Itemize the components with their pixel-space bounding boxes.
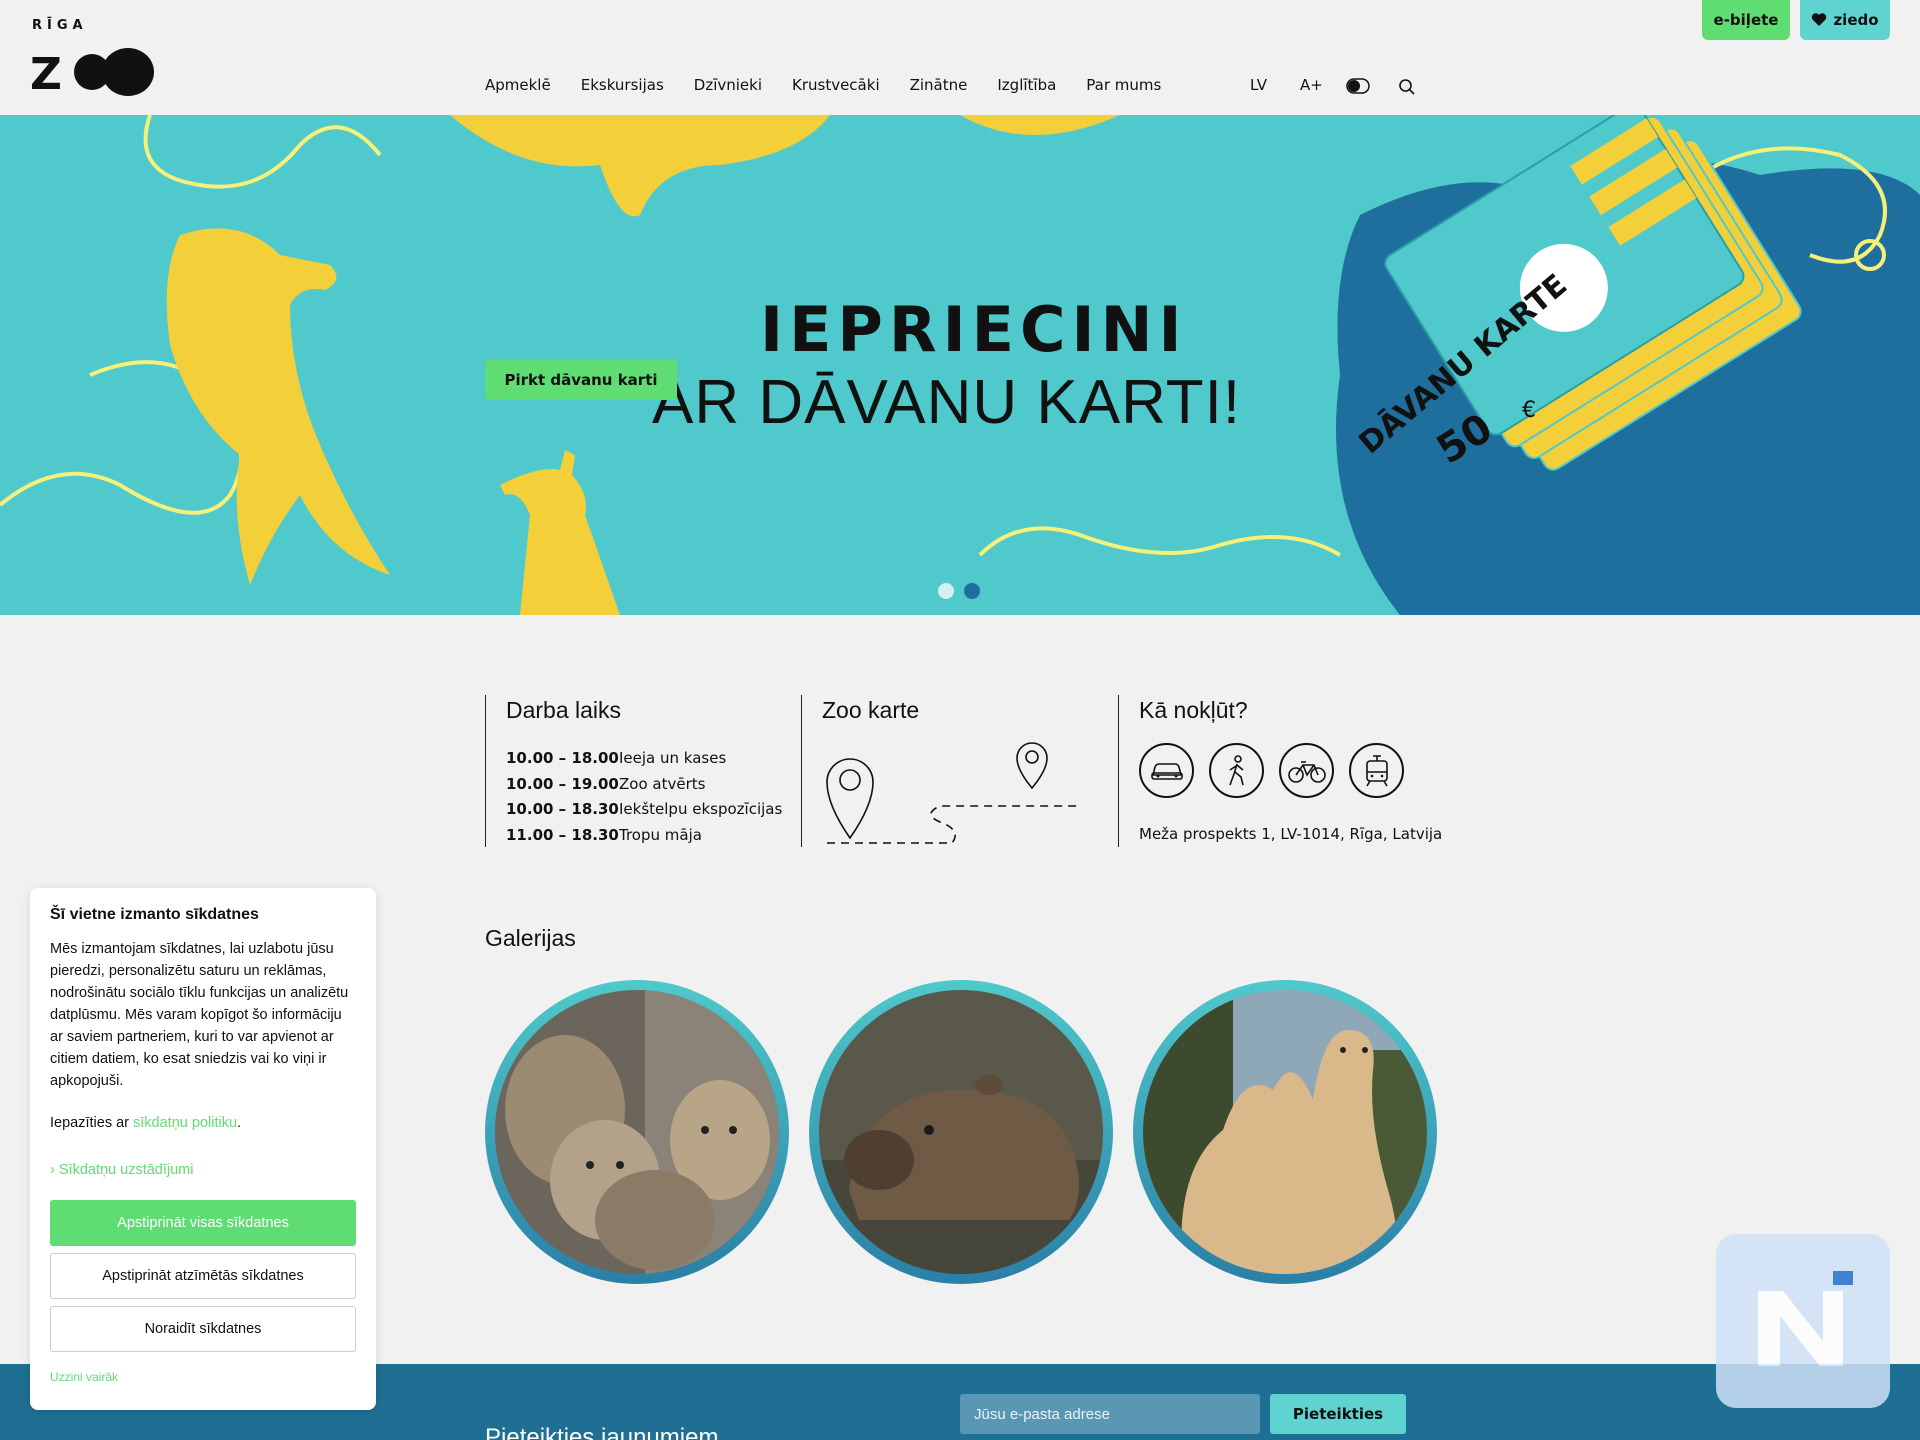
n-logo-icon — [1758, 1271, 1853, 1366]
gallery-item-capybara[interactable] — [809, 980, 1113, 1284]
newsletter-title: Pieteikties jaunumiem — [485, 1424, 719, 1440]
donate-label: ziedo — [1833, 11, 1879, 29]
svg-text:Z: Z — [30, 49, 62, 100]
gallery-item-lynx[interactable] — [485, 980, 789, 1284]
hours-block: Darba laiks 10.00 – 18.00Ieeja un kases … — [485, 695, 783, 848]
cookie-learn-more-link[interactable]: Uzzini vairāk — [50, 1370, 356, 1384]
gift-card-currency: € — [1522, 398, 1536, 423]
directions-block: Kā nokļūt? Meža prospekts 1, LV-1014, Rī… — [1118, 695, 1448, 847]
hero-subtitle: AR DĀVANU KARTI! — [652, 368, 1242, 437]
hours-list: 10.00 – 18.00Ieeja un kases 10.00 – 19.0… — [506, 746, 783, 848]
gallery-title: Galerijas — [485, 925, 576, 951]
camel-image — [1143, 990, 1427, 1274]
contrast-toggle-icon[interactable] — [1346, 78, 1370, 98]
nav-item-ekskursijas[interactable]: Ekskursijas — [581, 76, 664, 94]
nav-item-apmekle[interactable]: Apmeklē — [485, 76, 551, 94]
newsletter-email-input[interactable] — [960, 1394, 1260, 1434]
donate-button[interactable]: ziedo — [1800, 0, 1890, 40]
nav-item-zinatne[interactable]: Zinātne — [910, 76, 968, 94]
riga-zoo-logo[interactable]: RĪGA Z — [30, 18, 160, 100]
nav-item-par-mums[interactable]: Par mums — [1086, 76, 1161, 94]
language-switch[interactable]: LV — [1250, 76, 1267, 94]
accept-selected-cookies-button[interactable]: Apstiprināt atzīmētās sīkdatnes — [50, 1253, 356, 1299]
hero-banner: DĀVANU KARTE 50 € IEPRIECINI AR DĀVANU K… — [0, 115, 1920, 615]
font-size-toggle[interactable]: A+ — [1300, 76, 1323, 94]
accept-all-cookies-button[interactable]: Apstiprināt visas sīkdatnes — [50, 1200, 356, 1246]
chevron-right-icon: › — [50, 1162, 55, 1178]
reject-cookies-button[interactable]: Noraidīt sīkdatnes — [50, 1306, 356, 1352]
nav-item-dzivnieki[interactable]: Dzīvnieki — [694, 76, 762, 94]
map-pin-icon — [826, 742, 1077, 844]
cookie-policy-link[interactable]: sīkdatņu politiku — [133, 1115, 237, 1131]
slider-dot-1[interactable] — [938, 583, 954, 599]
gallery-item-camel[interactable] — [1133, 980, 1437, 1284]
slider-dot-2[interactable] — [964, 583, 980, 599]
capybara-image — [819, 990, 1103, 1274]
cookie-policy-line: Iepazīties ar sīkdatņu politiku. — [50, 1115, 242, 1131]
walk-icon[interactable] — [1209, 743, 1264, 798]
cookie-title: Šī vietne izmanto sīkdatnes — [50, 906, 259, 923]
zoo-address: Meža prospekts 1, LV-1014, Rīga, Latvija — [1139, 825, 1443, 843]
newsletter-subscribe-button[interactable]: Pieteikties — [1270, 1394, 1406, 1434]
main-nav: Apmeklē Ekskursijas Dzīvnieki Krustvecāk… — [485, 76, 1191, 94]
hours-title: Darba laiks — [506, 697, 622, 723]
lynx-image — [495, 990, 779, 1274]
search-icon[interactable] — [1398, 78, 1416, 100]
car-icon[interactable] — [1139, 743, 1194, 798]
zoo-logo-mark: Z — [30, 48, 154, 100]
buy-gift-card-button[interactable]: Pirkt dāvanu karti — [485, 360, 677, 400]
nav-item-krustvecaki[interactable]: Krustvecāki — [792, 76, 880, 94]
hours-row: 10.00 – 18.30Iekštelpu ekspozīcijas — [506, 800, 783, 818]
tram-icon[interactable] — [1349, 743, 1404, 798]
cookie-consent-dialog: Šī vietne izmanto sīkdatnes Mēs izmantoj… — [30, 888, 376, 1410]
nav-item-izglitiba[interactable]: Izglītība — [997, 76, 1056, 94]
hero-title: IEPRIECINI — [760, 293, 1188, 366]
bike-icon[interactable] — [1279, 743, 1334, 798]
floating-logo-badge[interactable] — [1716, 1234, 1890, 1408]
map-title: Zoo karte — [822, 697, 920, 723]
eticket-button[interactable]: e-biļete — [1702, 0, 1790, 40]
cookie-settings-toggle[interactable]: › Sīkdatņu uzstādījumi — [50, 1162, 356, 1178]
heart-icon — [1812, 13, 1827, 26]
hours-row: 10.00 – 18.00Ieeja un kases — [506, 749, 727, 767]
directions-title: Kā nokļūt? — [1139, 697, 1248, 723]
cookie-text: Mēs izmantojam sīkdatnes, lai uzlabotu j… — [50, 941, 349, 1089]
zoo-map-block[interactable]: Zoo karte — [801, 695, 1091, 847]
hours-row: 11.00 – 18.30Tropu māja — [506, 825, 702, 844]
logo-city-text: RĪGA — [32, 18, 88, 33]
hours-row: 10.00 – 19.00Zoo atvērts — [506, 774, 706, 793]
